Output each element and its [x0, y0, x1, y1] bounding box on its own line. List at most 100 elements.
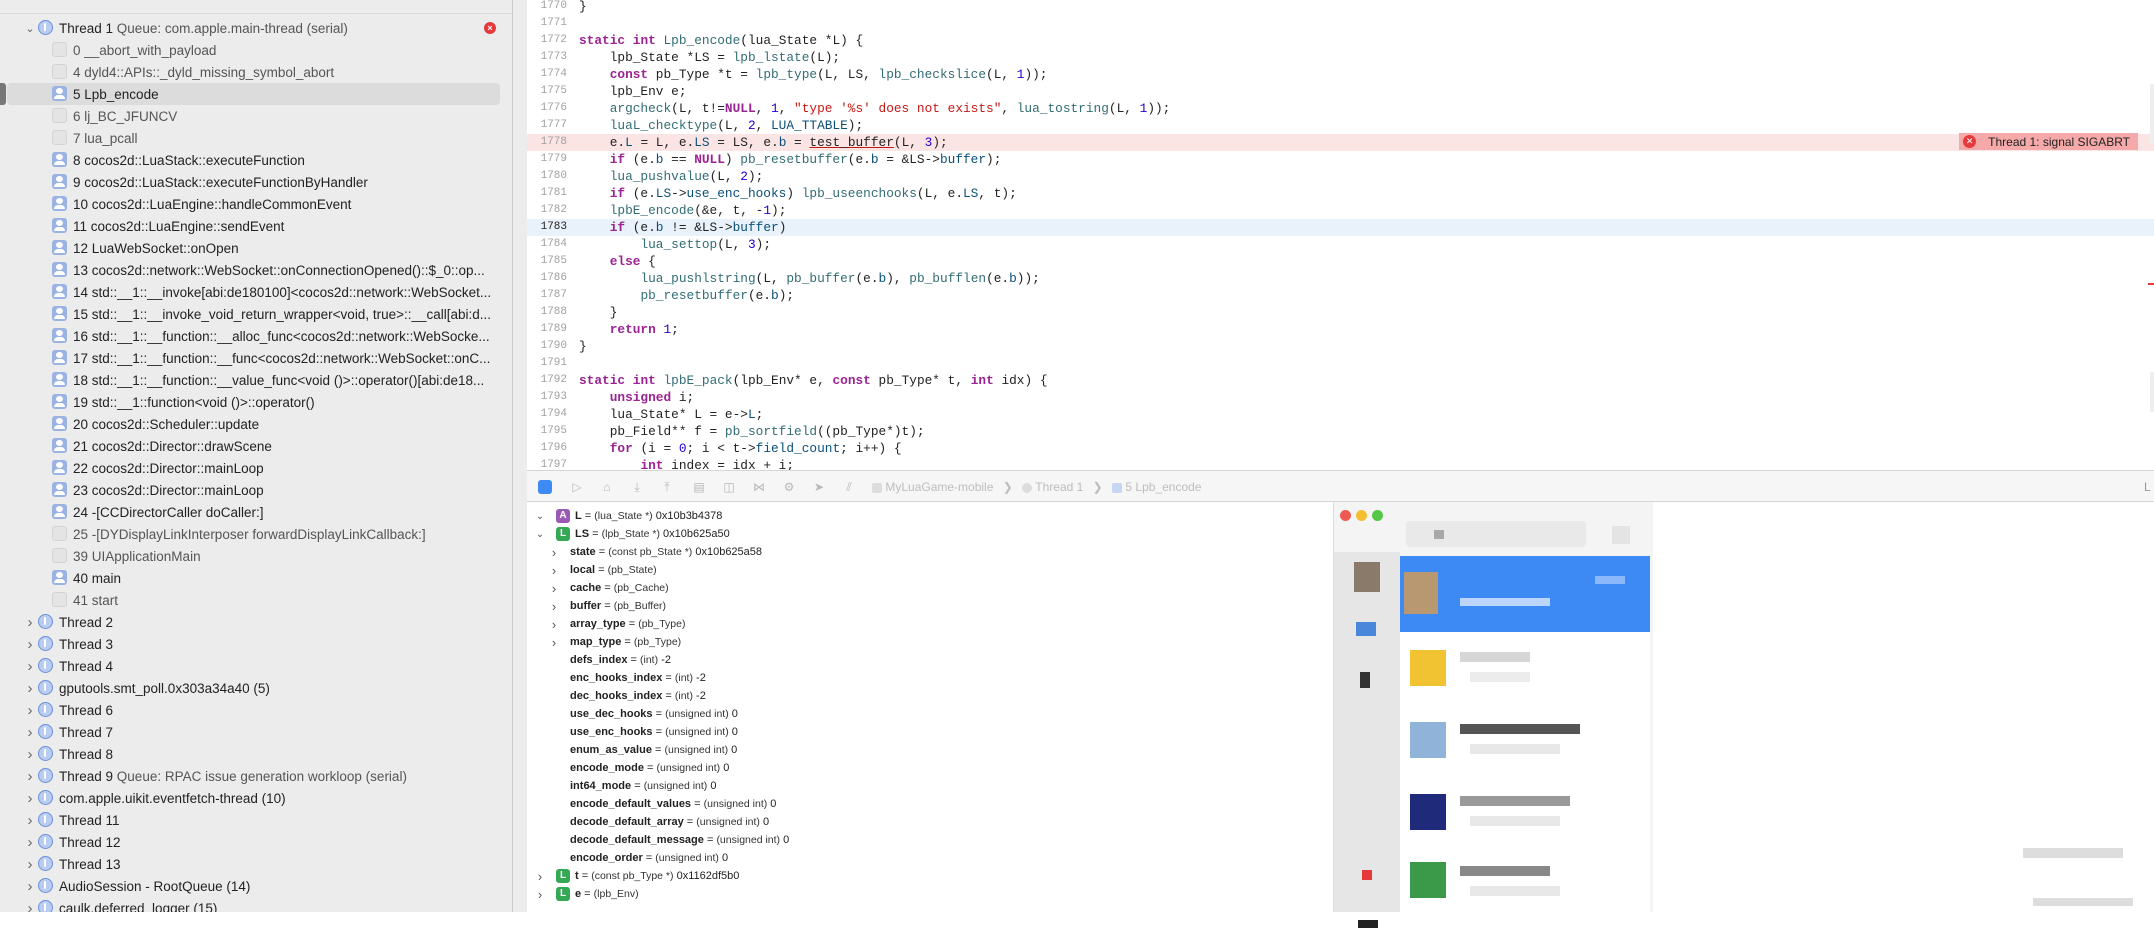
variable-row[interactable]: › Lt = (const pb_Type *) 0x1162df5b0 [527, 867, 1327, 885]
memory-graph-icon[interactable]: ◫ [722, 480, 736, 494]
thread-row[interactable]: › caulk.deferred_logger (15) [0, 897, 512, 912]
variable-row[interactable]: › Le = (lpb_Env) [527, 885, 1327, 903]
stack-frame[interactable]: 14 std::__1::__invoke[abi:de180100]<coco… [0, 281, 512, 303]
console-toggle-icon[interactable]: L [2144, 480, 2151, 494]
chat-item-selected[interactable] [1400, 556, 1650, 632]
chevron-right-icon[interactable]: › [549, 617, 559, 632]
stack-frame[interactable]: 16 std::__1::__function::__alloc_func<co… [0, 325, 512, 347]
variable-row[interactable]: use_enc_hooks = (unsigned int) 0 [527, 723, 1327, 741]
share-icon[interactable]: ⋈ [752, 480, 766, 494]
variable-row[interactable]: enc_hooks_index = (int) -2 [527, 669, 1327, 687]
variable-row[interactable]: encode_order = (unsigned int) 0 [527, 849, 1327, 867]
chevron-right-icon[interactable]: › [549, 545, 559, 560]
line-number[interactable]: 1777 [527, 117, 567, 134]
line-number[interactable]: 1794 [527, 406, 567, 423]
chevron-right-icon[interactable]: › [24, 812, 36, 829]
thread-row[interactable]: › com.apple.uikit.eventfetch-thread (10) [0, 787, 512, 809]
line-number[interactable]: 1796 [527, 440, 567, 457]
thread-row[interactable]: › Thread 2 [0, 611, 512, 633]
variable-row[interactable]: › state = (const pb_State *) 0x10b625a58 [527, 543, 1327, 561]
chevron-right-icon[interactable]: › [24, 724, 36, 741]
continue-icon[interactable]: ▷ [570, 480, 584, 494]
stack-frame[interactable]: 17 std::__1::__function::__func<cocos2d:… [0, 347, 512, 369]
signal-error-banner[interactable]: ✕ Thread 1: signal SIGABRT [1959, 133, 2138, 150]
stack-frame[interactable]: 7 lua_pcall [0, 127, 512, 149]
chevron-right-icon[interactable]: › [549, 563, 559, 578]
line-number[interactable]: 1776 [527, 100, 567, 117]
variable-row[interactable]: › map_type = (pb_Type) [527, 633, 1327, 651]
thread-row[interactable]: › Thread 9 Queue: RPAC issue generation w… [0, 765, 512, 787]
code-line[interactable]: 1775 lpb_Env e; [527, 83, 2154, 100]
add-icon[interactable] [1612, 526, 1630, 544]
code-line[interactable]: 1782 lpbE_encode(&e, t, -1); [527, 202, 2154, 219]
code-line[interactable]: 1777 luaL_checktype(L, 2, LUA_TTABLE); [527, 117, 2154, 134]
stack-frame[interactable]: 21 cocos2d::Director::drawScene [0, 435, 512, 457]
line-number[interactable]: 1784 [527, 236, 567, 253]
chevron-right-icon[interactable]: › [24, 856, 36, 873]
variable-row[interactable]: int64_mode = (unsigned int) 0 [527, 777, 1327, 795]
contacts-icon[interactable] [1360, 672, 1370, 688]
stack-frame[interactable]: 22 cocos2d::Director::mainLoop [0, 457, 512, 479]
thread-row[interactable]: › Thread 8 [0, 743, 512, 765]
variable-row[interactable]: › cache = (pb_Cache) [527, 579, 1327, 597]
line-number[interactable]: 1786 [527, 270, 567, 287]
chevron-right-icon[interactable]: › [549, 599, 559, 614]
menu-icon[interactable] [1358, 920, 1378, 928]
thread-row[interactable]: › Thread 7 [0, 721, 512, 743]
source-editor[interactable]: 1770} 1771 1772 static int Lpb_encode(lua_S… [527, 0, 2154, 470]
chevron-right-icon[interactable]: › [24, 834, 36, 851]
chat-icon[interactable] [1356, 622, 1376, 636]
code-line[interactable]: 1788 } [527, 304, 2154, 321]
thread-row[interactable]: › Thread 4 [0, 655, 512, 677]
stack-frame[interactable]: 20 cocos2d::Scheduler::update [0, 413, 512, 435]
breadcrumb-thread[interactable]: Thread 1 [1035, 480, 1083, 494]
avatar[interactable] [1354, 562, 1380, 592]
variable-row[interactable]: › buffer = (pb_Buffer) [527, 597, 1327, 615]
chevron-down-icon[interactable]: ⌄ [535, 511, 545, 522]
chevron-right-icon[interactable]: › [24, 614, 36, 631]
stack-frame[interactable]: 23 cocos2d::Director::mainLoop [0, 479, 512, 501]
variable-row[interactable]: › local = (pb_State) [527, 561, 1327, 579]
line-number[interactable]: 1778 [527, 134, 567, 151]
thread-row[interactable]: › AudioSession - RootQueue (14) [0, 875, 512, 897]
stack-frame[interactable]: 4 dyld4::APIs::_dyld_missing_symbol_abor… [0, 61, 512, 83]
code-line[interactable]: 1787 pb_resetbuffer(e.b); [527, 287, 2154, 304]
code-line[interactable]: 1781 if (e.LS->use_enc_hooks) lpb_useenc… [527, 185, 2154, 202]
code-line[interactable]: 1785 else { [527, 253, 2154, 270]
code-line[interactable]: 1790} [527, 338, 2154, 355]
thread-row-expanded[interactable]: ⌄ Thread 1 Queue: com.apple.main-thread (… [0, 17, 512, 39]
environment-overrides-icon[interactable]: ⚙ [782, 480, 796, 494]
code-line[interactable]: 1786 lua_pushlstring(L, pb_buffer(e.b), … [527, 270, 2154, 287]
code-line[interactable]: 1780 lua_pushvalue(L, 2); [527, 168, 2154, 185]
code-line[interactable]: 1793 unsigned i; [527, 389, 2154, 406]
line-number[interactable]: 1791 [527, 355, 567, 372]
chevron-right-icon[interactable]: › [24, 790, 36, 807]
thread-row[interactable]: › Thread 12 [0, 831, 512, 853]
code-line[interactable]: 1776 argcheck(L, t!=NULL, 1, "type '%s' … [527, 100, 2154, 117]
line-number[interactable]: 1775 [527, 83, 567, 100]
chevron-right-icon[interactable]: › [24, 878, 36, 895]
chevron-down-icon[interactable]: ⌄ [535, 529, 545, 540]
variable-row[interactable]: decode_default_message = (unsigned int) … [527, 831, 1327, 849]
chat-item[interactable] [1400, 776, 1650, 848]
code-line[interactable]: 1771 [527, 15, 2154, 32]
line-number[interactable]: 1787 [527, 287, 567, 304]
variable-row[interactable]: defs_index = (int) -2 [527, 651, 1327, 669]
close-icon[interactable] [1340, 510, 1351, 521]
chat-item[interactable] [1400, 632, 1650, 704]
variable-row[interactable]: dec_hooks_index = (int) -2 [527, 687, 1327, 705]
code-line[interactable]: 1794 lua_State* L = e->L; [527, 406, 2154, 423]
line-number[interactable]: 1788 [527, 304, 567, 321]
chat-item[interactable] [1400, 704, 1650, 776]
stack-frame[interactable]: 13 cocos2d::network::WebSocket::onConnec… [0, 259, 512, 281]
chevron-right-icon[interactable]: › [535, 869, 545, 884]
stack-frame[interactable]: 6 lj_BC_JFUNCV [0, 105, 512, 127]
code-line[interactable]: 1773 lpb_State *LS = lpb_lstate(L); [527, 49, 2154, 66]
step-over-icon[interactable]: ⌂ [600, 480, 614, 494]
line-number[interactable]: 1772 [527, 32, 567, 49]
thread-row[interactable]: › gputools.smt_poll.0x303a34a40 (5) [0, 677, 512, 699]
code-line[interactable]: 1770} [527, 0, 2154, 15]
variable-row[interactable]: encode_default_values = (unsigned int) 0 [527, 795, 1327, 813]
search-input[interactable] [1406, 521, 1586, 547]
variable-row[interactable]: enum_as_value = (unsigned int) 0 [527, 741, 1327, 759]
